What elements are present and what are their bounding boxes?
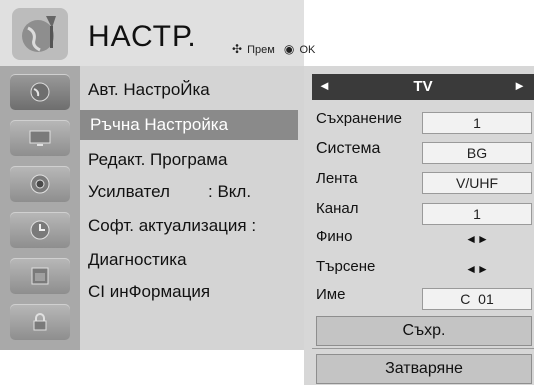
search-label: Търсене <box>316 258 376 275</box>
panel-divider <box>312 348 534 349</box>
name-label: Име <box>316 286 346 303</box>
ok-button-icon: ◉ <box>283 42 295 56</box>
settings-menu: НАСТР. ✣ Прем ◉ OK Авт. НастроЙка Ръчна … <box>0 0 315 350</box>
mode-value: TV <box>413 78 433 95</box>
menu-item-diagnostics[interactable]: Диагностика <box>88 250 187 270</box>
system-label: Система <box>316 140 381 157</box>
fine-tune-arrows[interactable]: ◄► <box>422 232 532 246</box>
booster-value: : Вкл. <box>208 182 252 201</box>
settings-globe-icon <box>10 6 70 62</box>
category-bar <box>0 66 80 350</box>
close-button[interactable]: Затваряне <box>316 354 532 384</box>
menu-title: НАСТР. <box>88 20 197 53</box>
menu-item-ci-information[interactable]: CI инФормация <box>88 282 210 302</box>
lock-category[interactable] <box>10 304 70 340</box>
search-arrows[interactable]: ◄► <box>422 262 532 276</box>
storage-field[interactable]: 1 <box>422 112 532 134</box>
storage-label: Съхранение <box>316 110 403 127</box>
system-field[interactable]: BG <box>422 142 532 164</box>
mode-selector[interactable]: ◄ TV ► <box>312 74 534 100</box>
channel-field[interactable]: 1 <box>422 203 532 225</box>
lock-icon <box>33 313 47 331</box>
band-field[interactable]: V/UHF <box>422 172 532 194</box>
globe-icon <box>30 82 50 102</box>
menu-header: НАСТР. ✣ Прем ◉ OK <box>0 0 315 66</box>
option-category[interactable] <box>10 258 70 294</box>
setup-category[interactable] <box>10 74 70 110</box>
navigation-hint: ✣ Прем ◉ OK <box>232 42 315 56</box>
fine-label: Фино <box>316 228 353 245</box>
channel-label: Канал <box>316 200 359 217</box>
picture-category[interactable] <box>10 120 70 156</box>
audio-category[interactable] <box>10 166 70 202</box>
clock-icon <box>30 220 50 240</box>
menu-item-program-edit[interactable]: Редакт. Програма <box>88 150 227 170</box>
menu-item-booster[interactable]: Усилвател : Вкл. <box>88 182 312 202</box>
hint-move-label: Прем <box>247 44 275 56</box>
mode-right-arrow-icon[interactable]: ► <box>513 78 526 93</box>
band-label: Лента <box>316 170 358 187</box>
menu-item-software-update[interactable]: Софт. актуализация : <box>88 216 256 236</box>
store-button[interactable]: Съхр. <box>316 316 532 346</box>
move-arrows-icon: ✣ <box>232 42 243 56</box>
menu-item-list: Авт. НастроЙка Ръчна Настройка Редакт. П… <box>80 66 304 350</box>
speaker-icon <box>30 174 50 194</box>
hint-ok-label: OK <box>299 44 316 56</box>
time-category[interactable] <box>10 212 70 248</box>
manual-tuning-panel: ◄ TV ► Съхранение 1 Система BG Лента V/U… <box>304 66 534 385</box>
tv-screen-icon <box>29 130 51 146</box>
name-field[interactable]: C 01 <box>422 288 532 310</box>
booster-label: Усилвател <box>88 182 170 201</box>
menu-item-auto-tuning[interactable]: Авт. НастроЙка <box>88 80 210 100</box>
menu-item-manual-tuning[interactable]: Ръчна Настройка <box>80 110 298 140</box>
calendar-icon <box>31 267 49 285</box>
